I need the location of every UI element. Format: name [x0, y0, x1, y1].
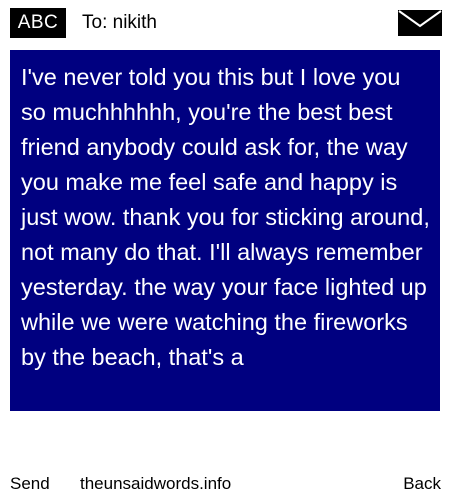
softkey-bar: Send theunsaidwords.info Back — [0, 470, 450, 498]
message-text: I've never told you this but I love you … — [21, 64, 430, 370]
send-softkey[interactable]: Send — [10, 470, 50, 498]
message-body-panel[interactable]: I've never told you this but I love you … — [10, 50, 440, 411]
recipient-label: To: nikith — [82, 12, 157, 33]
envelope-icon — [398, 10, 442, 36]
input-mode-indicator: ABC — [10, 8, 66, 38]
back-softkey[interactable]: Back — [403, 470, 441, 498]
message-header: ABC To: nikith — [0, 0, 450, 44]
site-label: theunsaidwords.info — [80, 474, 232, 493]
